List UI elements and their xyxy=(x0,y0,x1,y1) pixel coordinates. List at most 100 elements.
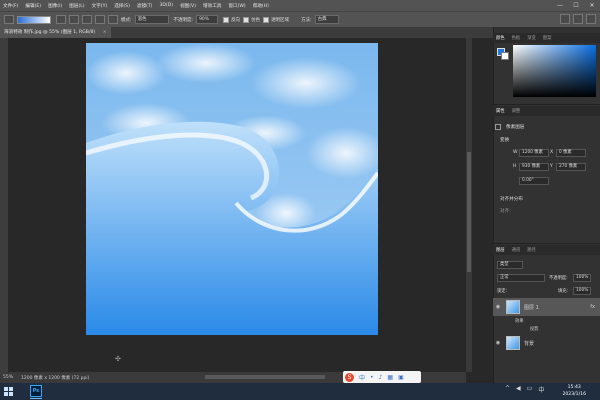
visibility-eye-icon[interactable]: ◉ xyxy=(493,304,503,310)
blend-mode-select[interactable]: 正常 xyxy=(497,274,545,282)
document-info[interactable]: 1200 像素 x 1200 像素 (72 ppi) xyxy=(21,375,89,381)
align-section-label[interactable]: 对齐并分布 xyxy=(500,196,523,202)
search-icon[interactable] xyxy=(560,14,570,24)
layer-row[interactable]: ◉ 背景 xyxy=(493,334,600,352)
system-tray: ^ ◀ ▭ 中 xyxy=(505,385,550,394)
share-icon[interactable] xyxy=(586,14,596,24)
mode-select[interactable]: 溶色 xyxy=(134,15,169,24)
divider xyxy=(493,243,600,244)
speaker-icon[interactable]: ◀ xyxy=(516,385,521,394)
menu-view[interactable]: 视图(V) xyxy=(180,3,196,9)
tab-channels[interactable]: 通道 xyxy=(512,247,521,253)
y-field[interactable]: 270 像素 xyxy=(556,163,586,171)
document-tab-close-icon[interactable]: × xyxy=(103,30,107,35)
canvas-image[interactable] xyxy=(86,43,378,335)
reverse-label: 反向 xyxy=(231,17,241,23)
menu-window[interactable]: 窗口(W) xyxy=(228,3,245,9)
tools-panel xyxy=(0,38,8,383)
transparency-checkbox[interactable] xyxy=(263,16,270,23)
tab-swatches[interactable]: 色板 xyxy=(512,35,521,41)
chevron-up-icon[interactable]: ^ xyxy=(505,385,510,394)
options-bar: 模式: 溶色 不透明度: 90% 反向 仿色 透明区域 方法: 古典 xyxy=(0,11,600,27)
ime-punct-icon[interactable]: • xyxy=(370,374,374,381)
menu-file[interactable]: 文件(F) xyxy=(3,3,18,9)
tab-patterns[interactable]: 图案 xyxy=(543,35,552,41)
window-controls: — ☐ ✕ xyxy=(552,0,600,11)
drop-shadow-effect[interactable]: 投影 xyxy=(530,326,539,332)
tab-layers[interactable]: 图层 xyxy=(496,247,505,253)
minimize-button[interactable]: — xyxy=(552,2,568,9)
mode-label: 模式: xyxy=(121,17,132,23)
document-tab[interactable]: 海浪特效 制作.jpg @ 55% (图层 1, RGB/8) × xyxy=(0,27,111,38)
tab-gradients[interactable]: 渐变 xyxy=(527,35,536,41)
fx-badge[interactable]: fx xyxy=(590,304,595,310)
menu-3d[interactable]: 3D(D) xyxy=(159,3,173,8)
ime-settings-icon[interactable]: ▣ xyxy=(398,374,404,381)
windows-start-icon[interactable] xyxy=(4,387,13,396)
clock[interactable]: 15:43 2023/1/16 xyxy=(562,384,586,398)
height-field[interactable]: 930 像素 xyxy=(519,163,549,171)
options-bar-right xyxy=(557,14,596,24)
ime-chinese-icon[interactable]: 中 xyxy=(359,373,365,382)
ime-toolbar[interactable]: S 中 • ♪ ▦ ▣ xyxy=(343,371,421,383)
tab-color[interactable]: 颜色 xyxy=(496,35,505,41)
opacity-field[interactable]: 90% xyxy=(196,15,219,24)
radial-gradient-button[interactable] xyxy=(69,15,79,24)
dither-checkbox[interactable] xyxy=(243,16,250,23)
transform-section-label[interactable]: 变换 xyxy=(500,137,509,143)
menu-type[interactable]: 文字(Y) xyxy=(92,3,108,9)
menu-layer[interactable]: 图层(L) xyxy=(69,3,84,9)
zoom-level[interactable]: 55% xyxy=(3,375,13,380)
width-field[interactable]: 1200 像素 xyxy=(519,149,549,157)
menu-edit[interactable]: 编辑(E) xyxy=(25,3,41,9)
linear-gradient-button[interactable] xyxy=(56,15,66,24)
layer-thumbnail xyxy=(506,300,520,314)
tab-paths[interactable]: 路径 xyxy=(527,247,536,253)
clock-date: 2023/1/16 xyxy=(562,392,586,397)
fill-field[interactable]: 100% xyxy=(573,287,591,295)
angle-gradient-button[interactable] xyxy=(82,15,92,24)
menu-help[interactable]: 帮助(H) xyxy=(253,3,269,9)
tool-preset-button[interactable] xyxy=(4,15,14,24)
properties-panel-tabs: 属性 调整 xyxy=(493,106,600,116)
workspace-icon[interactable] xyxy=(573,14,583,24)
ime-logo-icon[interactable]: S xyxy=(345,372,354,382)
reverse-checkbox[interactable] xyxy=(223,16,230,23)
layer-filter-select[interactable]: 类型 xyxy=(497,261,523,269)
layer-thumbnail xyxy=(506,336,520,350)
tab-properties[interactable]: 属性 xyxy=(496,108,505,114)
language-icon[interactable]: 中 xyxy=(538,385,544,394)
vertical-scroll-thumb[interactable] xyxy=(467,152,471,272)
background-color-swatch[interactable] xyxy=(501,52,509,60)
pixel-layer-icon xyxy=(495,124,501,130)
close-button[interactable]: ✕ xyxy=(584,2,600,9)
reflected-gradient-button[interactable] xyxy=(95,15,105,24)
color-field[interactable] xyxy=(513,45,596,97)
tab-adjustments[interactable]: 调整 xyxy=(512,108,521,114)
method-label: 方法: xyxy=(301,17,312,23)
photoshop-app-icon[interactable]: Ps xyxy=(30,385,42,397)
menu-image[interactable]: 图像(I) xyxy=(48,3,62,9)
menu-select[interactable]: 选择(S) xyxy=(114,3,130,9)
method-select[interactable]: 古典 xyxy=(314,15,339,24)
ime-keyboard-icon[interactable]: ▦ xyxy=(387,374,393,381)
menu-plugins[interactable]: 增效工具 xyxy=(203,3,221,9)
layer-name[interactable]: 图层 1 xyxy=(524,304,539,311)
layer-opacity-field[interactable]: 100% xyxy=(573,274,591,282)
clock-time: 15:43 xyxy=(567,385,581,390)
menu-filter[interactable]: 滤镜(T) xyxy=(137,3,153,9)
battery-icon[interactable]: ▭ xyxy=(527,385,533,394)
layer-name[interactable]: 背景 xyxy=(524,340,534,347)
horizontal-scroll-thumb[interactable] xyxy=(205,375,325,379)
ime-mic-icon[interactable]: ♪ xyxy=(379,374,383,381)
lock-label: 锁定: xyxy=(497,289,508,294)
maximize-button[interactable]: ☐ xyxy=(568,2,584,9)
gradient-preview[interactable] xyxy=(17,15,51,24)
x-field[interactable]: 0 像素 xyxy=(556,149,586,157)
angle-field[interactable]: 0.00° xyxy=(519,177,549,185)
effects-label[interactable]: 效果 xyxy=(515,318,524,324)
layer-row[interactable]: ◉ 图层 1 fx xyxy=(493,298,600,316)
y-label: Y xyxy=(550,164,553,169)
visibility-eye-icon[interactable]: ◉ xyxy=(493,340,503,346)
diamond-gradient-button[interactable] xyxy=(108,15,118,24)
